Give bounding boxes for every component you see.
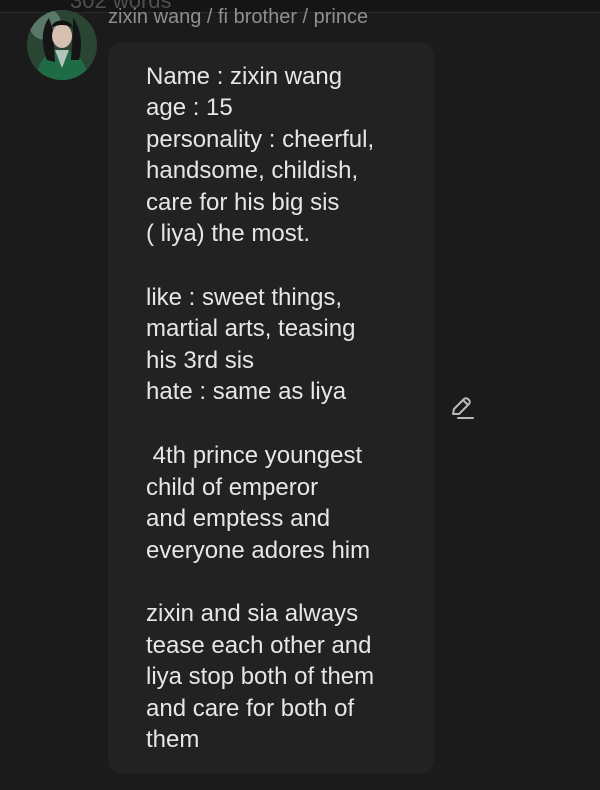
message-line: age : 15 (146, 94, 233, 121)
message-line: zixin and sia always (146, 600, 359, 627)
character-title: zixin wang / ﬁ brother / prince (108, 6, 369, 28)
avatar[interactable] (27, 10, 97, 80)
message-line: martial arts, teasing (146, 315, 356, 342)
message-line: ( liya) the most. (146, 220, 311, 247)
message-line: 4th prince youngest (146, 442, 363, 469)
message-line: personality : cheerful, (146, 126, 375, 153)
message-line: tease each other and (146, 632, 372, 659)
message-line: hate : same as liya (146, 378, 347, 405)
message-line: everyone adores him (146, 537, 371, 564)
chat-screen: 302 words zixin wang / ﬁ brother / princ… (0, 0, 600, 790)
character-avatar-image (27, 10, 97, 80)
message-line: liya stop both of them (146, 663, 375, 690)
message-line: handsome, childish, (146, 157, 359, 184)
message-line: care for his big sis (146, 189, 340, 216)
message-line: them (146, 726, 200, 753)
message-line: child of emperor (146, 474, 319, 501)
message-line: like : sweet things, (146, 284, 343, 311)
message-line: and care for both of (146, 695, 355, 722)
message-line: and emptess and (146, 505, 331, 532)
pencil-edit-icon[interactable] (449, 396, 475, 420)
pencil-edit-icon (452, 397, 474, 419)
message-line: Name : zixin wang (146, 63, 343, 90)
message-line: his 3rd sis (146, 347, 255, 374)
